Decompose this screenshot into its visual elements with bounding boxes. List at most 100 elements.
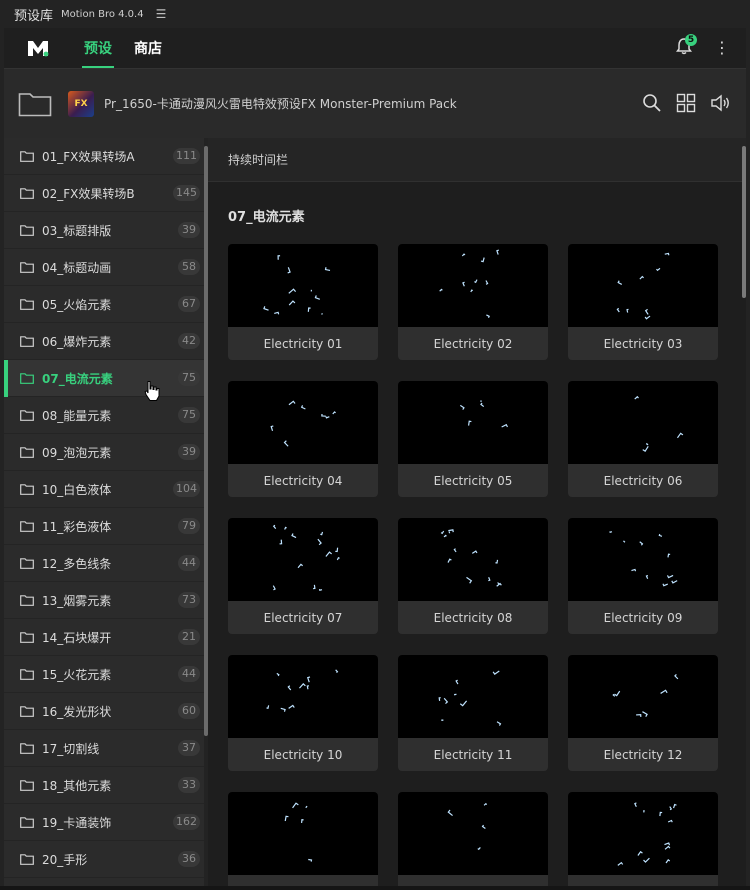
sidebar-item-label: 13_烟雾元素 [42, 593, 112, 608]
sidebar-item[interactable]: 03_标题排版 39 [4, 212, 204, 249]
motion-bro-logo[interactable] [18, 28, 58, 68]
sidebar-item-label: 11_彩色液体 [42, 519, 112, 534]
preset-card[interactable] [228, 792, 378, 890]
notification-badge: 5 [685, 34, 697, 46]
sidebar-item[interactable]: 15_火花元素 44 [4, 656, 204, 693]
speaker-icon[interactable] [710, 93, 732, 113]
notification-bell[interactable]: 5 [674, 34, 697, 58]
window-bottom-edge [0, 886, 750, 890]
sidebar-item-label: 19_卡通装饰 [42, 815, 112, 830]
sidebar-item-label: 18_其他元素 [42, 778, 112, 793]
preset-thumbnail [568, 792, 718, 875]
sidebar-item-count: 42 [178, 333, 200, 349]
folder-icon[interactable] [18, 91, 52, 117]
sidebar-item[interactable]: 16_发光形状 60 [4, 693, 204, 730]
preset-name: Electricity 03 [603, 336, 683, 351]
preset-card[interactable]: Electricity 09 [568, 518, 718, 634]
folder-icon [20, 557, 34, 569]
search-icon[interactable] [642, 93, 662, 113]
sidebar-item-label: 05_火焰元素 [42, 297, 112, 312]
more-options-icon[interactable]: ⋮ [714, 38, 730, 58]
grid-view-icon[interactable] [676, 93, 696, 113]
sidebar-item-count: 79 [178, 518, 200, 534]
folder-icon [20, 446, 34, 458]
sidebar-item[interactable]: 04_标题动画 58 [4, 249, 204, 286]
preset-card[interactable]: Electricity 04 [228, 381, 378, 497]
sidebar-item[interactable]: 13_烟雾元素 73 [4, 582, 204, 619]
preset-thumbnail [228, 655, 378, 738]
app-header: 预设 商店 5 ⋮ [4, 28, 746, 68]
tab-presets[interactable]: 预设 [80, 28, 116, 68]
folder-icon [20, 816, 34, 828]
preset-name: Electricity 05 [433, 473, 513, 488]
preset-thumbnail [568, 381, 718, 464]
sidebar-item-count: 75 [178, 407, 200, 423]
sidebar-item-count: 75 [178, 370, 200, 386]
sidebar-item-label: 08_能量元素 [42, 408, 112, 423]
sidebar-item-label: 04_标题动画 [42, 260, 112, 275]
folder-icon [20, 483, 34, 495]
sidebar-item[interactable]: 05_火焰元素 67 [4, 286, 204, 323]
sidebar-item-count: 37 [178, 740, 200, 756]
folder-icon [20, 779, 34, 791]
folder-icon [20, 224, 34, 236]
electricity-preview [266, 669, 339, 712]
sidebar-item[interactable]: 10_白色液体 104 [4, 471, 204, 508]
folder-icon [20, 372, 34, 384]
preset-card[interactable]: Electricity 12 [568, 655, 718, 771]
electricity-preview [634, 395, 684, 452]
sidebar-item-count: 145 [173, 185, 200, 201]
sidebar-item[interactable]: 01_FX效果转场A 111 [4, 138, 204, 175]
category-sidebar: 01_FX效果转场A 111 02_FX效果转场B 145 03_标题排版 39 04_标题… [4, 138, 204, 890]
preset-name: Electricity 02 [433, 336, 513, 351]
sidebar-item[interactable]: 17_切割线 37 [4, 730, 204, 767]
sidebar-item-label: 09_泡泡元素 [42, 445, 112, 460]
sidebar-item-label: 06_爆炸元素 [42, 334, 112, 349]
sidebar-item-label: 16_发光形状 [42, 704, 112, 719]
sidebar-item[interactable]: 06_爆炸元素 42 [4, 323, 204, 360]
folder-icon [20, 150, 34, 162]
folder-icon [20, 668, 34, 680]
main-scrollbar[interactable] [742, 146, 746, 298]
sidebar-item[interactable]: 02_FX效果转场B 145 [4, 175, 204, 212]
preset-card[interactable]: Electricity 03 [568, 244, 718, 360]
preset-card[interactable]: Electricity 06 [568, 381, 718, 497]
sidebar-item-count: 36 [178, 851, 200, 867]
timeline-bar[interactable]: 持续时间栏 [208, 138, 746, 182]
sidebar-item[interactable]: 08_能量元素 75 [4, 397, 204, 434]
sidebar-item[interactable]: 09_泡泡元素 39 [4, 434, 204, 471]
sidebar-item-count: 33 [178, 777, 200, 793]
electricity-preview [263, 255, 331, 315]
sidebar-item-label: 14_石块爆开 [42, 630, 112, 645]
sidebar-item[interactable]: 19_卡通装饰 162 [4, 804, 204, 841]
tab-store[interactable]: 商店 [130, 28, 166, 68]
electricity-preview [270, 400, 336, 447]
preset-card[interactable] [398, 792, 548, 890]
sidebar-item-label: 20_手形 [42, 852, 88, 867]
sidebar-item[interactable]: 11_彩色液体 79 [4, 508, 204, 545]
sidebar-item[interactable]: 18_其他元素 33 [4, 767, 204, 804]
sidebar-item-label: 10_白色液体 [42, 482, 112, 497]
electricity-preview [616, 252, 670, 320]
sidebar-item[interactable]: 07_电流元素 75 [4, 360, 204, 397]
sidebar-item[interactable]: 20_手形 36 [4, 841, 204, 878]
preset-card[interactable]: Electricity 02 [398, 244, 548, 360]
preset-card[interactable]: Electricity 10 [228, 655, 378, 771]
preset-thumbnail [398, 655, 548, 738]
hamburger-icon[interactable]: ☰ [156, 7, 167, 21]
preset-thumbnail [228, 381, 378, 464]
preset-card[interactable]: Electricity 05 [398, 381, 548, 497]
pack-bar: FX Pr_1650-卡通动漫风火雷电特效预设FX Monster-Premiu… [4, 68, 746, 138]
preset-card[interactable] [568, 792, 718, 890]
sidebar-item[interactable]: 12_多色线条 44 [4, 545, 204, 582]
preset-card[interactable]: Electricity 07 [228, 518, 378, 634]
preset-card[interactable]: Electricity 11 [398, 655, 548, 771]
electricity-preview [284, 802, 313, 862]
preset-card[interactable]: Electricity 01 [228, 244, 378, 360]
sidebar-item[interactable]: 14_石块爆开 21 [4, 619, 204, 656]
sidebar-item-label: 15_火花元素 [42, 667, 112, 682]
folder-icon [20, 261, 34, 273]
electricity-preview [447, 802, 488, 851]
electricity-preview [439, 249, 500, 318]
preset-card[interactable]: Electricity 08 [398, 518, 548, 634]
